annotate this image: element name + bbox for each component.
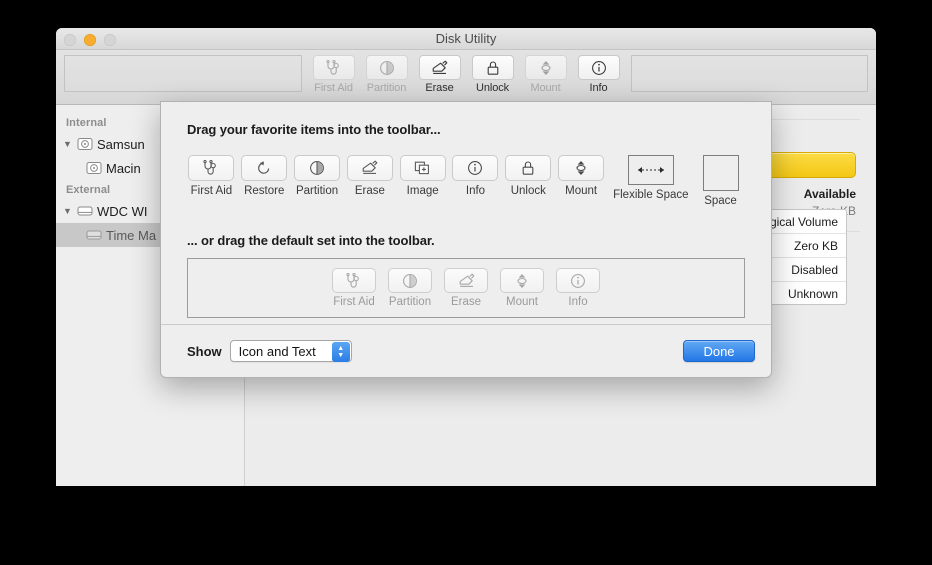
palette-item-erase[interactable]: Erase [345,155,394,207]
toolbar-item-label: Unlock [475,82,510,94]
erase-icon [444,268,488,293]
default-item-mount[interactable]: Mount [496,268,548,308]
toolbar-items: First Aid Partition Erase Unlock Mount I… [302,55,631,94]
default-set-well[interactable]: First Aid Partition Erase Mount Info [187,258,745,318]
palette-item-info[interactable]: Info [451,155,500,207]
palette-item-label: Unlock [510,185,546,197]
internal-disk-icon [86,161,102,175]
internal-disk-icon [77,137,93,151]
partition-icon [388,268,432,293]
palette-item-image[interactable]: Image [398,155,447,207]
chevron-updown-icon[interactable]: ▲ ▼ [331,342,350,362]
toolbar-item-label: Info [589,82,608,94]
done-button[interactable]: Done [683,340,755,362]
toolbar-item-partition[interactable]: Partition [361,55,413,94]
palette-item-label: Restore [244,185,285,197]
info-icon [577,55,620,80]
default-item-partition[interactable]: Partition [384,268,436,308]
show-label: Show [187,343,222,359]
sidebar-item-label: WDC WI [97,203,148,219]
disk-utility-window: Disk Utility First Aid Partition Erase U… [56,28,876,486]
default-item-erase[interactable]: Erase [440,268,492,308]
sheet-heading-secondary: ... or drag the default set into the too… [187,233,435,248]
disclosure-triangle-icon[interactable]: ▼ [62,206,73,216]
info-value: Unknown [787,287,838,301]
capacity-legend-title: Available [803,187,856,201]
toolbar-item-label: Erase [425,82,454,94]
default-item-label: Info [568,296,588,308]
palette-item-label: Space [704,195,737,207]
toolbar-item-erase[interactable]: Erase [414,55,466,94]
show-select[interactable]: Icon and Text ▲ ▼ [229,340,352,362]
sidebar-item-label: Macin [106,160,141,176]
unlock-icon [505,155,552,181]
partition-icon [365,55,408,80]
first-aid-icon [332,268,376,293]
default-item-info[interactable]: Info [552,268,604,308]
palette-item-label: Erase [354,185,385,197]
palette-item-label: Info [465,185,486,197]
palette-item-restore[interactable]: Restore [240,155,289,207]
toolbar-item-mount[interactable]: Mount [520,55,572,94]
toolbar-item-unlock[interactable]: Unlock [467,55,519,94]
toolbar-item-label: First Aid [314,82,353,94]
palette-item-label: Flexible Space [613,189,689,201]
toolbar-item-first-aid[interactable]: First Aid [308,55,360,94]
partition-icon [294,155,341,181]
palette-item-label: Partition [295,185,339,197]
first-aid-icon [188,155,235,181]
show-select-value: Icon and Text [238,343,316,359]
restore-icon [241,155,288,181]
palette-item-label: Image [406,185,439,197]
first-aid-icon [312,55,355,80]
palette-item-first-aid[interactable]: First Aid [187,155,236,207]
disclosure-triangle-icon[interactable]: ▼ [62,139,73,149]
sheet-body: Drag your favorite items into the toolba… [161,102,771,324]
default-item-first-aid[interactable]: First Aid [328,268,380,308]
palette-item-label: First Aid [190,185,233,197]
toolbar-item-label: Partition [366,82,407,94]
default-item-label: Mount [506,296,538,308]
toolbar-dropzone-right[interactable] [630,55,868,92]
flexible-space-icon [627,155,674,185]
erase-icon [346,155,393,181]
info-value: Disabled [791,262,838,277]
info-partial-value: gical Volume [769,214,838,229]
mount-icon [500,268,544,293]
space-icon [702,155,739,191]
sheet-footer: Show Icon and Text ▲ ▼ Done [161,324,771,377]
window-title: Disk Utility [435,31,497,46]
info-value: Zero KB [793,238,838,253]
erase-icon [418,55,461,80]
palette-item-partition[interactable]: Partition [293,155,342,207]
palette-item-flexible-space[interactable]: Flexible Space [610,155,693,207]
info-icon [556,268,600,293]
default-item-label: Erase [450,296,482,308]
palette-item-mount[interactable]: Mount [557,155,606,207]
unlock-icon [471,55,514,80]
customize-toolbar-sheet: Drag your favorite items into the toolba… [160,101,772,378]
mount-icon [558,155,605,181]
toolbar-dropzone-left[interactable] [64,55,302,92]
toolbar: First Aid Partition Erase Unlock Mount I… [56,50,876,105]
external-disk-icon [86,228,102,242]
sidebar-item-label: Time Ma [106,227,157,243]
palette-item-label: Mount [565,185,598,197]
window-titlebar: Disk Utility [56,28,876,50]
palette-item-space[interactable]: Space [696,155,745,207]
toolbar-item-palette: First Aid Restore Partition Erase Image … [187,155,745,207]
default-item-label: Partition [388,296,432,308]
mount-icon [524,55,567,80]
default-item-label: First Aid [333,296,375,308]
info-icon [452,155,499,181]
toolbar-item-info[interactable]: Info [573,55,625,94]
external-disk-icon [77,204,93,218]
sheet-heading-primary: Drag your favorite items into the toolba… [187,122,441,137]
sidebar-item-label: Samsun [97,136,145,152]
image-icon [399,155,446,181]
palette-item-unlock[interactable]: Unlock [504,155,553,207]
toolbar-item-label: Mount [530,82,561,94]
